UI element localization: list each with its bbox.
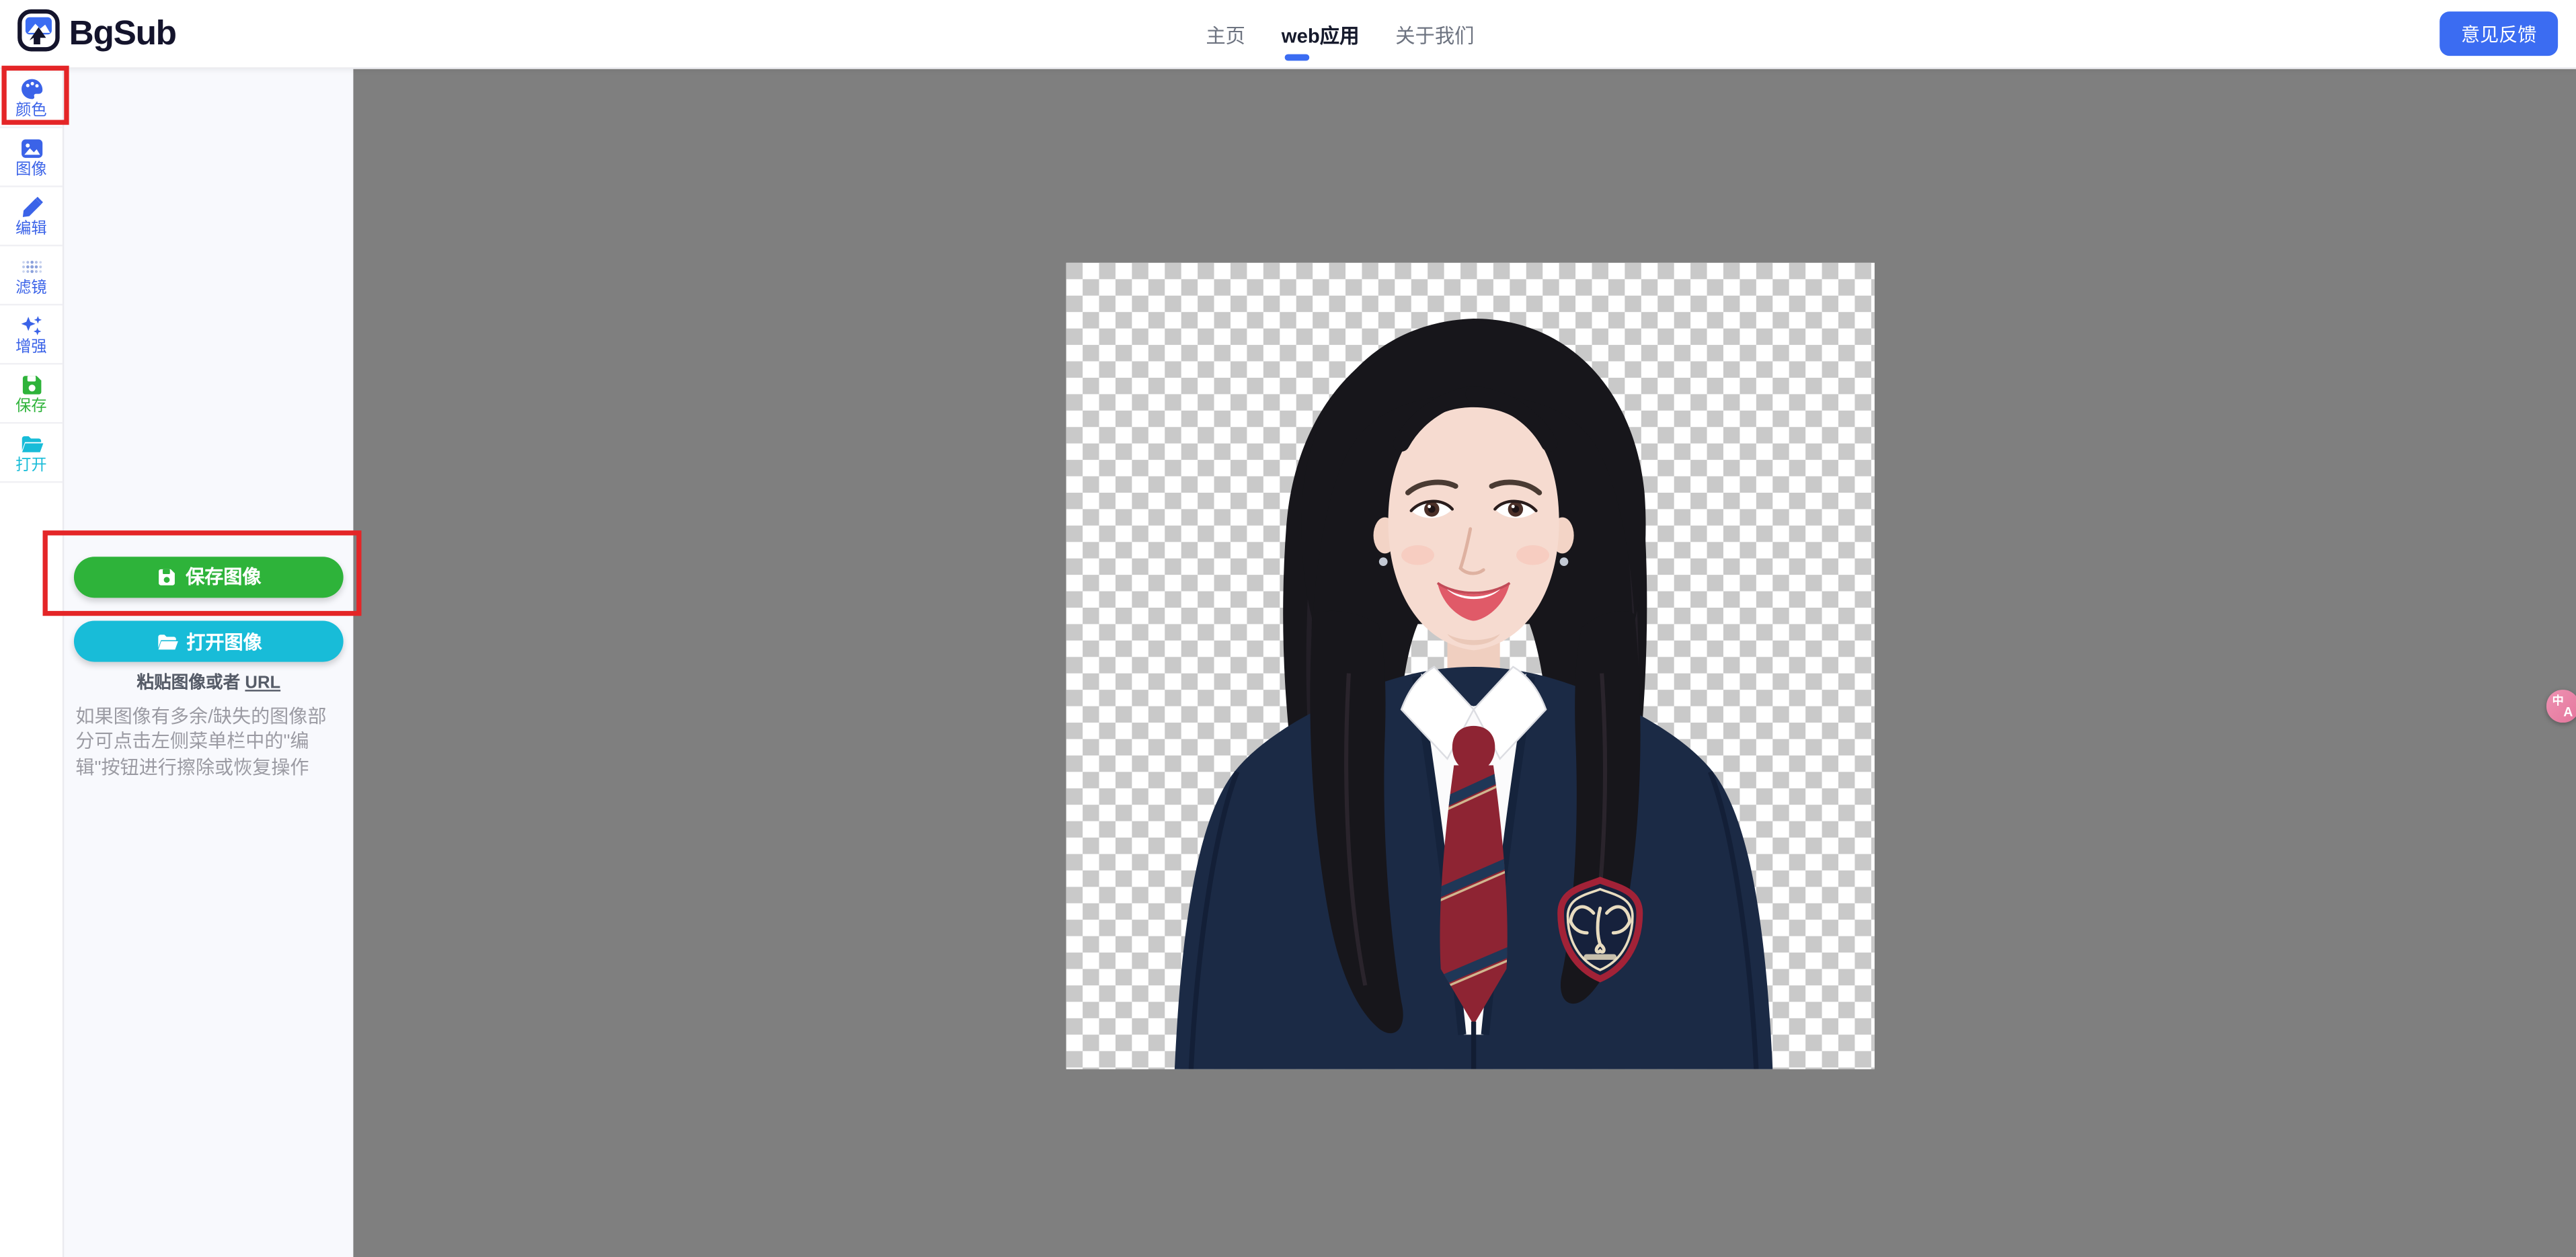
palette-icon — [20, 78, 42, 99]
active-nav-underline — [1284, 54, 1310, 60]
portrait-image — [1174, 317, 1772, 1069]
rail-label: 保存 — [15, 397, 47, 415]
paste-hint-text: 粘贴图像或者 — [136, 673, 245, 694]
rail-label: 滤镜 — [15, 278, 47, 297]
edit-help-text: 如果图像有多余/缺失的图像部分可点击左侧菜单栏中的"编辑"按钮进行擦除或恢复操作 — [75, 708, 327, 778]
nav-webapp[interactable]: web应用 — [1281, 21, 1360, 60]
nav-webapp-label: web应用 — [1281, 24, 1360, 47]
rail-item-filter[interactable]: 滤镜 — [0, 246, 63, 306]
rail-item-edit[interactable]: 编辑 — [0, 188, 63, 247]
translate-fab[interactable]: 中 A — [2546, 690, 2576, 723]
sparkles-icon — [20, 315, 41, 335]
rail-label: 增强 — [15, 337, 47, 356]
rail-item-image[interactable]: 图像 — [0, 128, 63, 188]
nav-about[interactable]: 关于我们 — [1395, 21, 1474, 49]
save-image-button[interactable]: 保存图像 — [73, 556, 344, 598]
app-logo[interactable]: BgSub — [16, 8, 177, 60]
bgsub-logo-icon — [16, 8, 61, 60]
image-icon — [20, 138, 42, 157]
open-image-button[interactable]: 打开图像 — [73, 620, 344, 662]
rail-item-save[interactable]: 保存 — [0, 364, 63, 424]
save-icon — [159, 568, 175, 585]
rail-label: 图像 — [15, 160, 47, 179]
editor-canvas — [353, 69, 2576, 1257]
open-folder-icon — [157, 633, 178, 649]
pencil-icon — [22, 196, 42, 216]
open-image-label: 打开图像 — [186, 633, 262, 653]
filter-dots-icon — [21, 259, 42, 272]
nav-home[interactable]: 主页 — [1206, 21, 1245, 49]
screenshot-stage: BgSub 主页 web应用 关于我们 意见反馈 颜色 图像 编辑 滤镜 增强 … — [0, 0, 2576, 1257]
transparent-image-preview — [1066, 261, 1875, 1069]
tool-panel: 保存图像 打开图像 粘贴图像或者 URL 如果图像有多余/缺失的图像部分可点击左… — [64, 69, 354, 1257]
paste-hint: 粘贴图像或者 URL — [64, 670, 353, 695]
logo-text: BgSub — [69, 14, 177, 53]
rail-item-enhance[interactable]: 增强 — [0, 305, 63, 365]
rail-label: 打开 — [15, 455, 47, 474]
main-nav: 主页 web应用 关于我们 — [1206, 0, 1475, 69]
tool-rail: 颜色 图像 编辑 滤镜 增强 保存 打开 — [0, 69, 65, 1257]
save-image-label: 保存图像 — [186, 568, 262, 588]
translate-zh-char: 中 — [2552, 696, 2564, 708]
rail-item-color[interactable]: 颜色 — [0, 69, 63, 128]
top-header: BgSub 主页 web应用 关于我们 意见反馈 — [0, 0, 2576, 69]
paste-url-link[interactable]: URL — [245, 674, 280, 693]
save-icon — [22, 374, 41, 394]
rail-label: 编辑 — [15, 219, 47, 238]
rail-item-open[interactable]: 打开 — [0, 423, 63, 483]
translate-en-char: A — [2563, 704, 2573, 720]
feedback-button[interactable]: 意见反馈 — [2440, 11, 2559, 56]
rail-label: 颜色 — [15, 101, 47, 120]
open-folder-icon — [21, 435, 43, 452]
